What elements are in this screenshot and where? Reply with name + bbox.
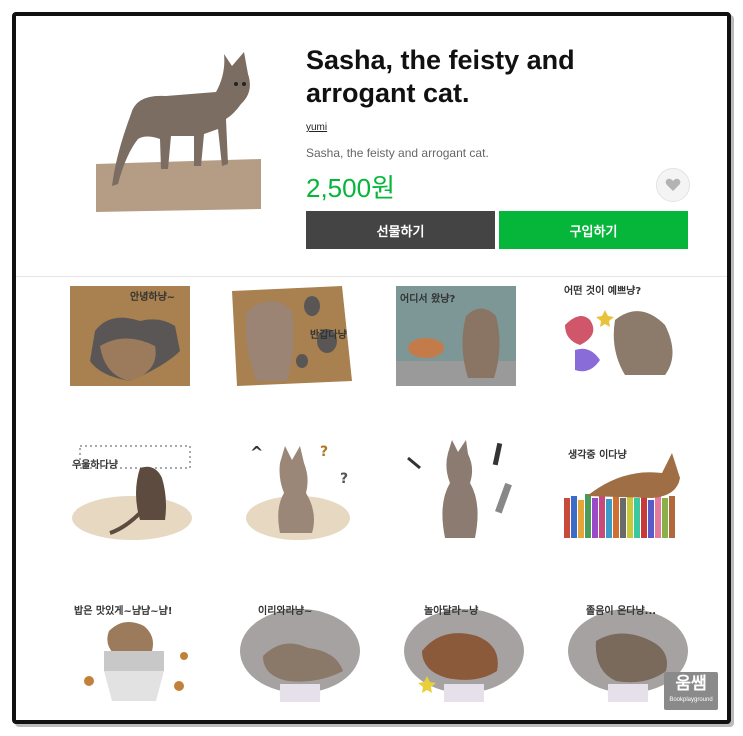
sticker-caption: 안녕하냥~ [130,292,176,303]
sticker-item[interactable]: 놀아달라~냥 [402,596,532,711]
sticker-item[interactable]: 우울하다냥 [70,438,200,553]
watermark-sub: Bookplayground [669,697,713,703]
watermark-logo: 움쌤 Bookplayground [664,672,718,710]
sticker-item[interactable]: 어떤 것이 예쁘냥? [560,280,690,395]
sticker-item[interactable]: 안녕하냥~ [70,286,200,401]
sticker-image: ^ ? ? [246,443,350,540]
sticker-caption: 놀아달라~냥 [424,606,479,617]
product-price: 2,500원 [306,173,395,203]
watermark-main: 움쌤 [675,674,707,694]
favorite-button[interactable] [656,168,690,202]
sticker-item[interactable]: 어디서 왔냥? [396,286,526,401]
sticker-item[interactable]: ^ ? ? [240,438,370,553]
sticker-caption: 생각중 이다냥 [568,450,627,461]
sticker-image [407,440,512,538]
svg-text:^: ^ [250,443,263,462]
sticker-caption: 졸음이 온다냥... [586,606,657,617]
sticker-detail-window: Sasha, the feisty and arrogant cat. yumi… [12,12,731,724]
buy-button[interactable]: 구입하기 [499,211,688,249]
sticker-caption: 이리와라냥~ [258,606,313,617]
sticker-item[interactable] [400,438,530,553]
product-title: Sasha, the feisty and arrogant cat. [306,45,575,108]
sticker-caption: 어디서 왔냥? [400,294,456,305]
product-header: Sasha, the feisty and arrogant cat. yumi… [16,16,727,277]
sticker-caption: 어떤 것이 예쁘냥? [564,286,642,297]
hero-cat-image [96,52,261,212]
sticker-caption: 밥은 맛있게~냠냠~냠! [74,606,173,617]
sticker-item[interactable]: 생각중 이다냥 [562,438,692,553]
svg-text:?: ? [320,444,328,460]
gift-button[interactable]: 선물하기 [306,211,495,249]
sticker-item[interactable]: 이리와라냥~ [238,596,368,711]
sticker-caption: 반갑다냥 [310,330,347,341]
heart-icon [665,178,681,191]
sticker-item[interactable]: 반갑다냥 [232,286,362,401]
sticker-item[interactable]: 밥은 맛있게~냠냠~냠! [74,596,204,711]
product-description: Sasha, the feisty and arrogant cat. [306,146,489,160]
svg-text:?: ? [340,471,348,487]
sticker-image [72,445,192,540]
sticker-grid: 안녕하냥~ 반갑다냥 어디서 왔냥? 어떤 것이 예쁘냥? 우울하다냥 ^ ? … [16,278,727,718]
sticker-caption: 우울하다냥 [72,460,118,471]
author-link[interactable]: yumi [306,122,327,133]
